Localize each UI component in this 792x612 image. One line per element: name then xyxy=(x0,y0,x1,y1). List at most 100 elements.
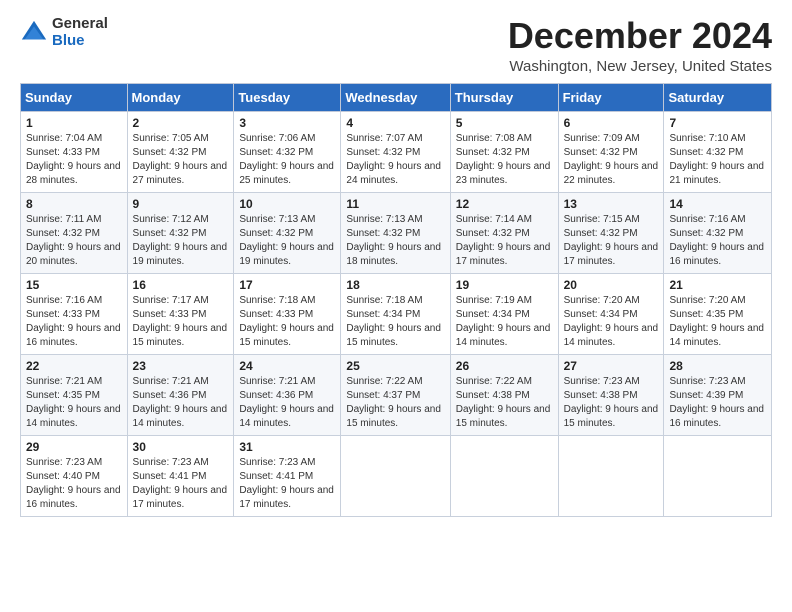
day-number: 21 xyxy=(669,278,766,292)
calendar-cell: 7 Sunrise: 7:10 AMSunset: 4:32 PMDayligh… xyxy=(664,111,772,192)
calendar-cell: 12 Sunrise: 7:14 AMSunset: 4:32 PMDaylig… xyxy=(450,192,558,273)
calendar-cell: 16 Sunrise: 7:17 AMSunset: 4:33 PMDaylig… xyxy=(127,273,234,354)
day-number: 5 xyxy=(456,116,553,130)
cell-info: Sunrise: 7:11 AMSunset: 4:32 PMDaylight:… xyxy=(26,214,121,267)
cell-info: Sunrise: 7:23 AMSunset: 4:41 PMDaylight:… xyxy=(239,457,334,510)
day-number: 24 xyxy=(239,359,335,373)
day-number: 17 xyxy=(239,278,335,292)
calendar-week-row: 29 Sunrise: 7:23 AMSunset: 4:40 PMDaylig… xyxy=(21,435,772,516)
day-number: 9 xyxy=(133,197,229,211)
calendar-cell: 4 Sunrise: 7:07 AMSunset: 4:32 PMDayligh… xyxy=(341,111,450,192)
cell-info: Sunrise: 7:17 AMSunset: 4:33 PMDaylight:… xyxy=(133,295,228,348)
cell-info: Sunrise: 7:23 AMSunset: 4:39 PMDaylight:… xyxy=(669,376,764,429)
day-number: 22 xyxy=(26,359,122,373)
cell-info: Sunrise: 7:12 AMSunset: 4:32 PMDaylight:… xyxy=(133,214,228,267)
cell-info: Sunrise: 7:23 AMSunset: 4:41 PMDaylight:… xyxy=(133,457,228,510)
day-number: 26 xyxy=(456,359,553,373)
day-number: 18 xyxy=(346,278,444,292)
calendar-cell: 1 Sunrise: 7:04 AMSunset: 4:33 PMDayligh… xyxy=(21,111,128,192)
cell-info: Sunrise: 7:21 AMSunset: 4:36 PMDaylight:… xyxy=(133,376,228,429)
cell-info: Sunrise: 7:20 AMSunset: 4:35 PMDaylight:… xyxy=(669,295,764,348)
calendar-week-row: 22 Sunrise: 7:21 AMSunset: 4:35 PMDaylig… xyxy=(21,354,772,435)
calendar-week-row: 15 Sunrise: 7:16 AMSunset: 4:33 PMDaylig… xyxy=(21,273,772,354)
cell-info: Sunrise: 7:16 AMSunset: 4:33 PMDaylight:… xyxy=(26,295,121,348)
day-number: 7 xyxy=(669,116,766,130)
day-number: 31 xyxy=(239,440,335,454)
header: General Blue December 2024 Washington, N… xyxy=(20,16,772,75)
day-number: 23 xyxy=(133,359,229,373)
month-title: December 2024 xyxy=(508,16,772,56)
calendar-cell xyxy=(558,435,664,516)
location-title: Washington, New Jersey, United States xyxy=(508,58,772,75)
logo: General Blue xyxy=(20,16,108,49)
calendar-cell: 31 Sunrise: 7:23 AMSunset: 4:41 PMDaylig… xyxy=(234,435,341,516)
day-number: 29 xyxy=(26,440,122,454)
cell-info: Sunrise: 7:05 AMSunset: 4:32 PMDaylight:… xyxy=(133,133,228,186)
calendar-cell: 11 Sunrise: 7:13 AMSunset: 4:32 PMDaylig… xyxy=(341,192,450,273)
calendar-body: 1 Sunrise: 7:04 AMSunset: 4:33 PMDayligh… xyxy=(21,111,772,516)
cell-info: Sunrise: 7:10 AMSunset: 4:32 PMDaylight:… xyxy=(669,133,764,186)
cell-info: Sunrise: 7:23 AMSunset: 4:40 PMDaylight:… xyxy=(26,457,121,510)
calendar-cell: 21 Sunrise: 7:20 AMSunset: 4:35 PMDaylig… xyxy=(664,273,772,354)
calendar-cell xyxy=(450,435,558,516)
calendar-cell: 19 Sunrise: 7:19 AMSunset: 4:34 PMDaylig… xyxy=(450,273,558,354)
cell-info: Sunrise: 7:09 AMSunset: 4:32 PMDaylight:… xyxy=(564,133,659,186)
day-number: 15 xyxy=(26,278,122,292)
day-number: 8 xyxy=(26,197,122,211)
calendar-cell: 3 Sunrise: 7:06 AMSunset: 4:32 PMDayligh… xyxy=(234,111,341,192)
calendar-cell xyxy=(664,435,772,516)
column-header-wednesday: Wednesday xyxy=(341,83,450,111)
calendar-cell: 24 Sunrise: 7:21 AMSunset: 4:36 PMDaylig… xyxy=(234,354,341,435)
cell-info: Sunrise: 7:16 AMSunset: 4:32 PMDaylight:… xyxy=(669,214,764,267)
calendar-cell: 29 Sunrise: 7:23 AMSunset: 4:40 PMDaylig… xyxy=(21,435,128,516)
cell-info: Sunrise: 7:15 AMSunset: 4:32 PMDaylight:… xyxy=(564,214,659,267)
calendar-cell: 23 Sunrise: 7:21 AMSunset: 4:36 PMDaylig… xyxy=(127,354,234,435)
calendar-cell: 6 Sunrise: 7:09 AMSunset: 4:32 PMDayligh… xyxy=(558,111,664,192)
calendar-header-row: SundayMondayTuesdayWednesdayThursdayFrid… xyxy=(21,83,772,111)
calendar-cell: 27 Sunrise: 7:23 AMSunset: 4:38 PMDaylig… xyxy=(558,354,664,435)
cell-info: Sunrise: 7:20 AMSunset: 4:34 PMDaylight:… xyxy=(564,295,659,348)
day-number: 6 xyxy=(564,116,659,130)
cell-info: Sunrise: 7:13 AMSunset: 4:32 PMDaylight:… xyxy=(346,214,441,267)
column-header-thursday: Thursday xyxy=(450,83,558,111)
day-number: 30 xyxy=(133,440,229,454)
logo-blue-text: Blue xyxy=(52,33,108,50)
day-number: 14 xyxy=(669,197,766,211)
day-number: 10 xyxy=(239,197,335,211)
day-number: 11 xyxy=(346,197,444,211)
calendar-cell: 5 Sunrise: 7:08 AMSunset: 4:32 PMDayligh… xyxy=(450,111,558,192)
calendar-cell: 20 Sunrise: 7:20 AMSunset: 4:34 PMDaylig… xyxy=(558,273,664,354)
cell-info: Sunrise: 7:07 AMSunset: 4:32 PMDaylight:… xyxy=(346,133,441,186)
calendar-cell: 30 Sunrise: 7:23 AMSunset: 4:41 PMDaylig… xyxy=(127,435,234,516)
calendar-week-row: 1 Sunrise: 7:04 AMSunset: 4:33 PMDayligh… xyxy=(21,111,772,192)
calendar-table: SundayMondayTuesdayWednesdayThursdayFrid… xyxy=(20,83,772,517)
calendar-cell: 25 Sunrise: 7:22 AMSunset: 4:37 PMDaylig… xyxy=(341,354,450,435)
day-number: 27 xyxy=(564,359,659,373)
cell-info: Sunrise: 7:14 AMSunset: 4:32 PMDaylight:… xyxy=(456,214,551,267)
calendar-cell: 26 Sunrise: 7:22 AMSunset: 4:38 PMDaylig… xyxy=(450,354,558,435)
title-area: December 2024 Washington, New Jersey, Un… xyxy=(508,16,772,75)
calendar-cell: 15 Sunrise: 7:16 AMSunset: 4:33 PMDaylig… xyxy=(21,273,128,354)
day-number: 2 xyxy=(133,116,229,130)
day-number: 16 xyxy=(133,278,229,292)
cell-info: Sunrise: 7:18 AMSunset: 4:34 PMDaylight:… xyxy=(346,295,441,348)
cell-info: Sunrise: 7:22 AMSunset: 4:37 PMDaylight:… xyxy=(346,376,441,429)
cell-info: Sunrise: 7:19 AMSunset: 4:34 PMDaylight:… xyxy=(456,295,551,348)
cell-info: Sunrise: 7:18 AMSunset: 4:33 PMDaylight:… xyxy=(239,295,334,348)
cell-info: Sunrise: 7:21 AMSunset: 4:35 PMDaylight:… xyxy=(26,376,121,429)
calendar-cell xyxy=(341,435,450,516)
logo-text: General Blue xyxy=(52,16,108,49)
day-number: 25 xyxy=(346,359,444,373)
column-header-monday: Monday xyxy=(127,83,234,111)
calendar-week-row: 8 Sunrise: 7:11 AMSunset: 4:32 PMDayligh… xyxy=(21,192,772,273)
day-number: 20 xyxy=(564,278,659,292)
calendar-cell: 14 Sunrise: 7:16 AMSunset: 4:32 PMDaylig… xyxy=(664,192,772,273)
column-header-friday: Friday xyxy=(558,83,664,111)
cell-info: Sunrise: 7:04 AMSunset: 4:33 PMDaylight:… xyxy=(26,133,121,186)
calendar-cell: 9 Sunrise: 7:12 AMSunset: 4:32 PMDayligh… xyxy=(127,192,234,273)
calendar-cell: 2 Sunrise: 7:05 AMSunset: 4:32 PMDayligh… xyxy=(127,111,234,192)
cell-info: Sunrise: 7:08 AMSunset: 4:32 PMDaylight:… xyxy=(456,133,551,186)
calendar-cell: 17 Sunrise: 7:18 AMSunset: 4:33 PMDaylig… xyxy=(234,273,341,354)
calendar-cell: 13 Sunrise: 7:15 AMSunset: 4:32 PMDaylig… xyxy=(558,192,664,273)
cell-info: Sunrise: 7:23 AMSunset: 4:38 PMDaylight:… xyxy=(564,376,659,429)
